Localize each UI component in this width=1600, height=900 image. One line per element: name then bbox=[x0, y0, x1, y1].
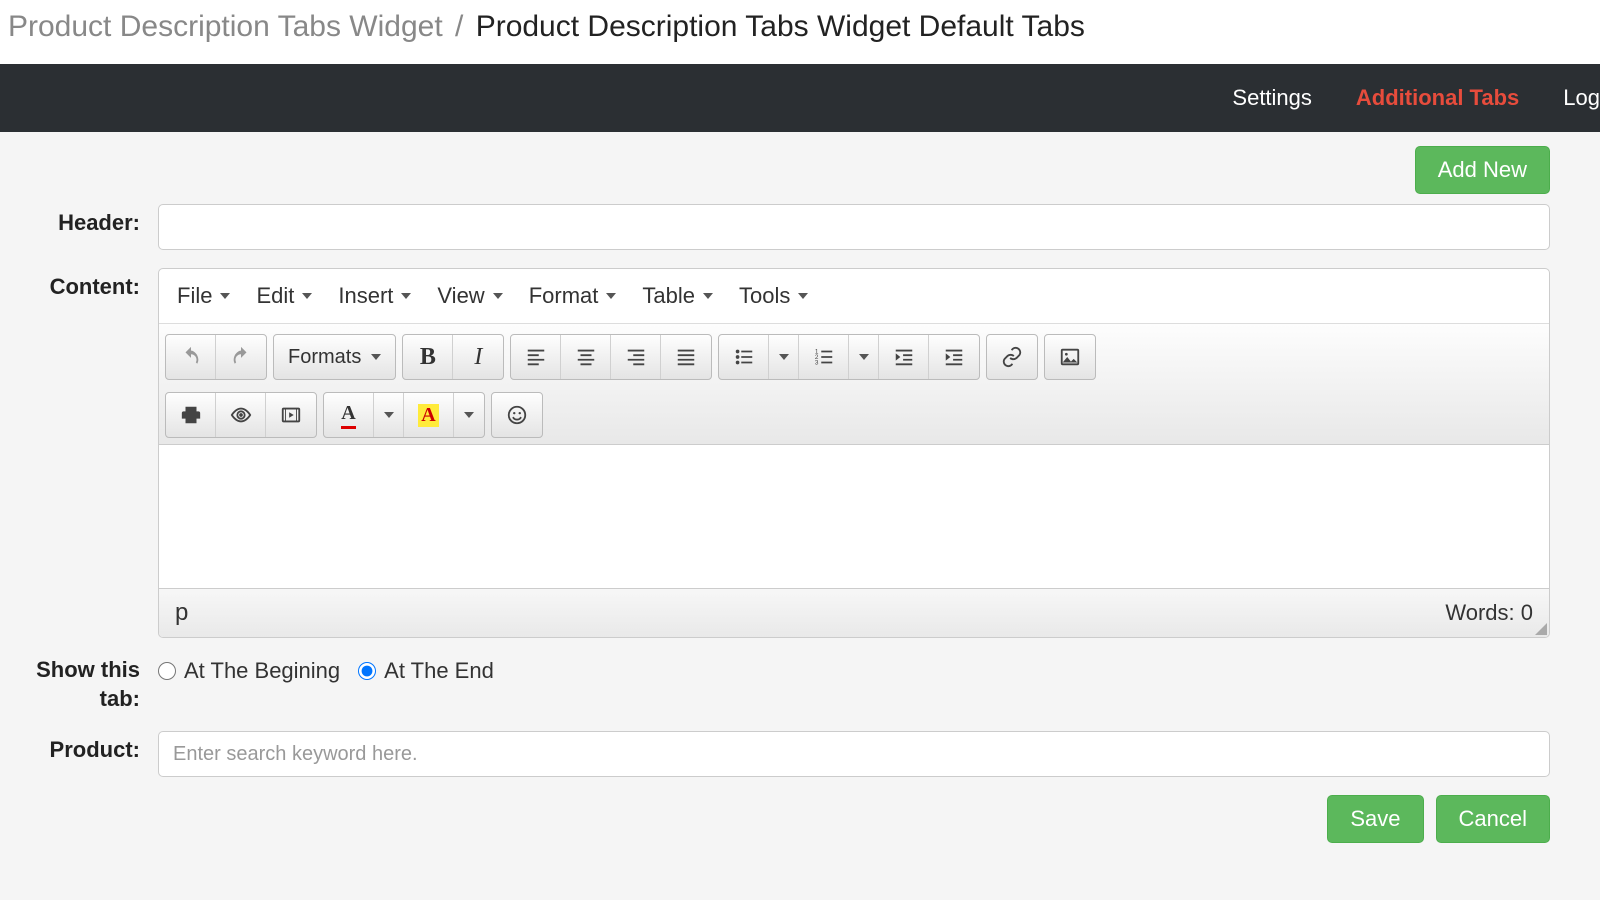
radio-at-end[interactable] bbox=[358, 662, 376, 680]
italic-button[interactable]: I bbox=[453, 335, 503, 379]
outdent-icon bbox=[893, 346, 915, 368]
cancel-button[interactable]: Cancel bbox=[1436, 795, 1550, 843]
image-icon bbox=[1059, 346, 1081, 368]
align-left-button[interactable] bbox=[511, 335, 561, 379]
radio-at-end-label[interactable]: At The End bbox=[384, 658, 494, 684]
breadcrumb-parent-link[interactable]: Product Description Tabs Widget bbox=[8, 10, 443, 43]
editor-menubar: File Edit Insert View Format Table Tools bbox=[159, 269, 1549, 324]
redo-button[interactable] bbox=[216, 335, 266, 379]
undo-button[interactable] bbox=[166, 335, 216, 379]
undo-icon bbox=[180, 346, 202, 368]
align-left-icon bbox=[525, 346, 547, 368]
bullet-list-button[interactable] bbox=[719, 335, 769, 379]
nav-additional-tabs[interactable]: Additional Tabs bbox=[1334, 85, 1541, 111]
preview-button[interactable] bbox=[216, 393, 266, 437]
align-center-button[interactable] bbox=[561, 335, 611, 379]
media-button[interactable] bbox=[266, 393, 316, 437]
add-new-button[interactable]: Add New bbox=[1415, 146, 1550, 194]
show-tab-label: Show this tab: bbox=[8, 656, 158, 713]
resize-grip-icon[interactable] bbox=[1533, 621, 1547, 635]
outdent-button[interactable] bbox=[879, 335, 929, 379]
editor-word-count: Words: 0 bbox=[1445, 600, 1533, 626]
eye-icon bbox=[230, 404, 252, 426]
menu-edit[interactable]: Edit bbox=[256, 283, 312, 309]
align-justify-button[interactable] bbox=[661, 335, 711, 379]
chevron-down-icon bbox=[302, 293, 312, 299]
save-button[interactable]: Save bbox=[1327, 795, 1423, 843]
indent-button[interactable] bbox=[929, 335, 979, 379]
header-input[interactable] bbox=[158, 204, 1550, 250]
radio-at-beginning-label[interactable]: At The Begining bbox=[184, 658, 340, 684]
editor-toolbar: Formats B I bbox=[159, 324, 1549, 445]
bg-color-dropdown[interactable] bbox=[454, 393, 484, 437]
breadcrumb: Product Description Tabs Widget / Produc… bbox=[0, 0, 1600, 64]
navbar: Settings Additional Tabs Log bbox=[0, 64, 1600, 132]
product-search-input[interactable] bbox=[158, 731, 1550, 777]
print-icon bbox=[180, 404, 202, 426]
chevron-down-icon bbox=[220, 293, 230, 299]
align-right-button[interactable] bbox=[611, 335, 661, 379]
bg-color-icon: A bbox=[418, 404, 438, 427]
product-label: Product: bbox=[8, 731, 158, 777]
link-icon bbox=[1001, 346, 1023, 368]
bullet-list-dropdown[interactable] bbox=[769, 335, 799, 379]
radio-at-beginning[interactable] bbox=[158, 662, 176, 680]
content-label: Content: bbox=[8, 268, 158, 638]
emoji-button[interactable] bbox=[492, 393, 542, 437]
numbered-list-icon: 123 bbox=[813, 346, 835, 368]
chevron-down-icon bbox=[606, 293, 616, 299]
nav-settings[interactable]: Settings bbox=[1210, 85, 1334, 111]
chevron-down-icon bbox=[703, 293, 713, 299]
redo-icon bbox=[230, 346, 252, 368]
chevron-down-icon bbox=[779, 354, 789, 360]
align-right-icon bbox=[625, 346, 647, 368]
indent-icon bbox=[943, 346, 965, 368]
image-button[interactable] bbox=[1045, 335, 1095, 379]
text-color-icon: A bbox=[341, 402, 355, 429]
bold-button[interactable]: B bbox=[403, 335, 453, 379]
menu-format[interactable]: Format bbox=[529, 283, 617, 309]
text-color-button[interactable]: A bbox=[324, 393, 374, 437]
breadcrumb-separator: / bbox=[451, 10, 467, 43]
print-button[interactable] bbox=[166, 393, 216, 437]
chevron-down-icon bbox=[401, 293, 411, 299]
text-color-dropdown[interactable] bbox=[374, 393, 404, 437]
editor-content-area[interactable] bbox=[159, 445, 1549, 589]
menu-view[interactable]: View bbox=[437, 283, 502, 309]
media-icon bbox=[280, 404, 302, 426]
menu-insert[interactable]: Insert bbox=[338, 283, 411, 309]
chevron-down-icon bbox=[798, 293, 808, 299]
numbered-list-button[interactable]: 123 bbox=[799, 335, 849, 379]
bg-color-button[interactable]: A bbox=[404, 393, 454, 437]
header-label: Header: bbox=[8, 204, 158, 250]
bullet-list-icon bbox=[733, 346, 755, 368]
link-button[interactable] bbox=[987, 335, 1037, 379]
chevron-down-icon bbox=[371, 354, 381, 360]
chevron-down-icon bbox=[464, 412, 474, 418]
editor-statusbar: p Words: 0 bbox=[159, 589, 1549, 637]
menu-file[interactable]: File bbox=[177, 283, 230, 309]
editor-path[interactable]: p bbox=[175, 599, 188, 627]
numbered-list-dropdown[interactable] bbox=[849, 335, 879, 379]
align-center-icon bbox=[575, 346, 597, 368]
nav-log[interactable]: Log bbox=[1541, 85, 1600, 111]
chevron-down-icon bbox=[859, 354, 869, 360]
rich-text-editor: File Edit Insert View Format Table Tools bbox=[158, 268, 1550, 638]
italic-icon: I bbox=[474, 344, 482, 371]
align-justify-icon bbox=[675, 346, 697, 368]
menu-table[interactable]: Table bbox=[642, 283, 713, 309]
bold-icon: B bbox=[420, 344, 436, 371]
breadcrumb-current: Product Description Tabs Widget Default … bbox=[476, 10, 1085, 43]
formats-dropdown[interactable]: Formats bbox=[274, 335, 395, 379]
svg-text:3: 3 bbox=[815, 359, 819, 366]
chevron-down-icon bbox=[384, 412, 394, 418]
menu-tools[interactable]: Tools bbox=[739, 283, 808, 309]
smile-icon bbox=[506, 404, 528, 426]
chevron-down-icon bbox=[493, 293, 503, 299]
